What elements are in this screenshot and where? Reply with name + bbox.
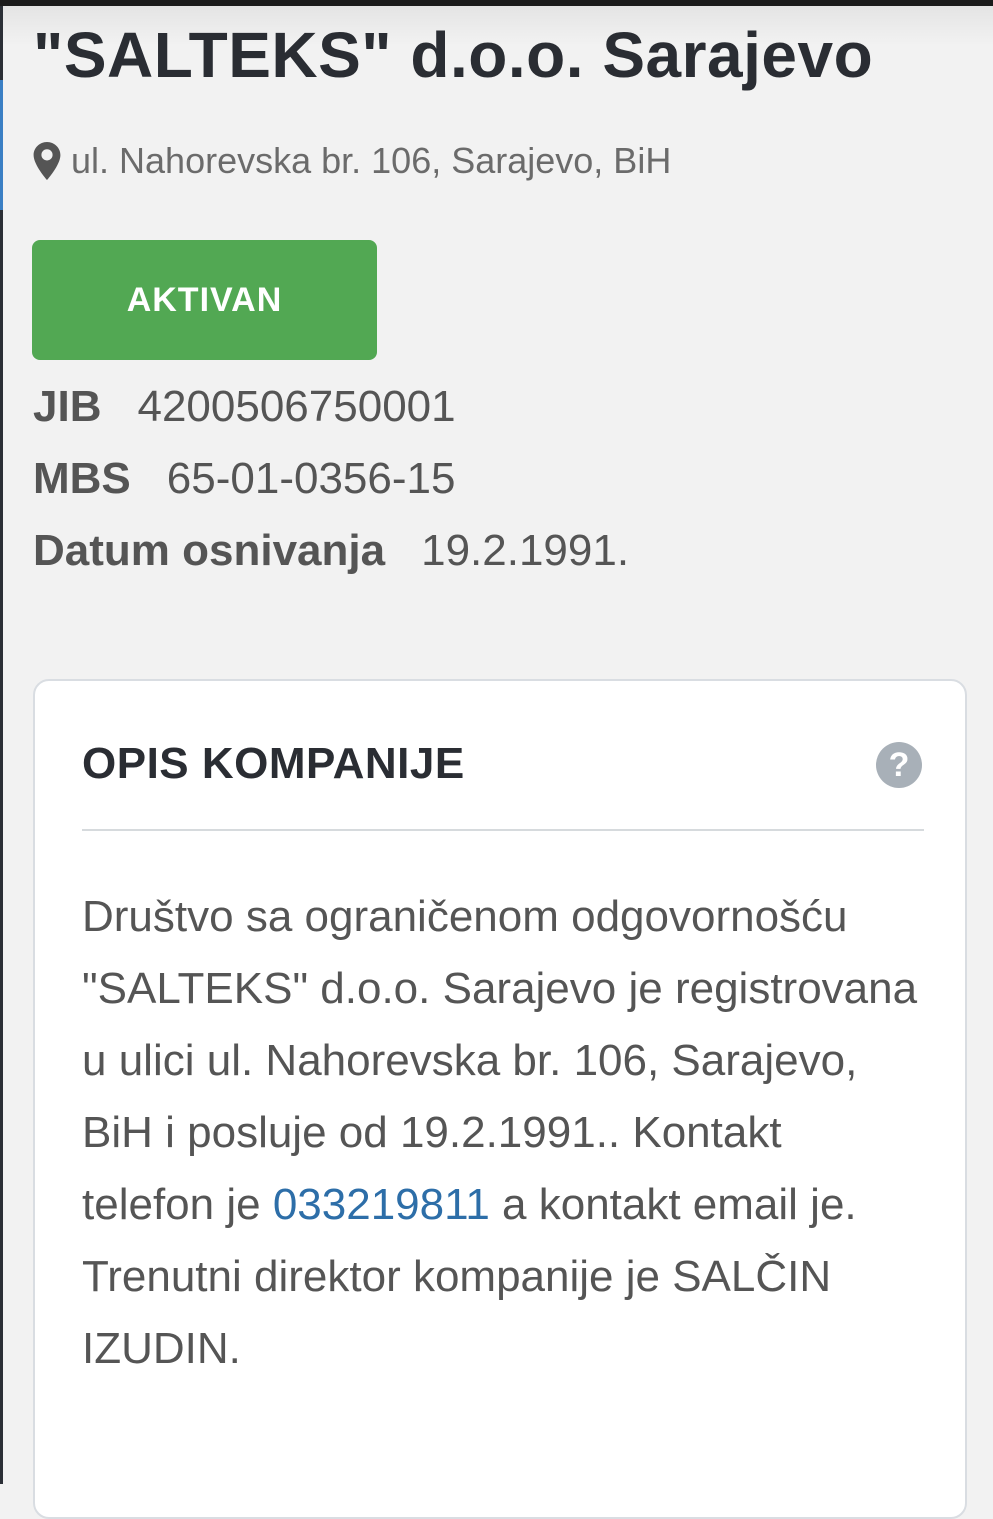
mbs-row: MBS 65-01-0356-15 [33,454,455,504]
address-row: ul. Nahorevska br. 106, Sarajevo, BiH [33,140,671,182]
card-divider [82,829,924,831]
jib-label: JIB [33,382,102,431]
phone-link[interactable]: 033219811 [273,1180,490,1229]
description-card: OPIS KOMPANIJE ? Društvo sa ograničenom … [33,679,967,1519]
left-edge [0,6,3,1484]
jib-row: JIB 4200506750001 [33,382,456,432]
company-title: "SALTEKS" d.o.o. Sarajevo [33,19,874,91]
jib-value: 4200506750001 [137,382,456,431]
founded-value: 19.2.1991. [421,526,630,575]
description-text: Društvo sa ograničenom odgovornošću "SAL… [82,881,922,1385]
mbs-value: 65-01-0356-15 [166,454,456,503]
description-title: OPIS KOMPANIJE [82,739,465,788]
founded-label: Datum osnivanja [33,526,386,575]
status-label: AKTIVAN [126,280,283,319]
description-text-part1: Društvo sa ograničenom odgovornošću "SAL… [82,892,918,1229]
mbs-label: MBS [33,454,131,503]
question-circle-icon[interactable]: ? [876,742,922,788]
map-marker-icon [33,142,61,180]
status-badge: AKTIVAN [32,240,377,360]
founded-row: Datum osnivanja 19.2.1991. [33,526,629,576]
address-text: ul. Nahorevska br. 106, Sarajevo, BiH [71,140,672,181]
left-edge-accent [0,80,3,210]
